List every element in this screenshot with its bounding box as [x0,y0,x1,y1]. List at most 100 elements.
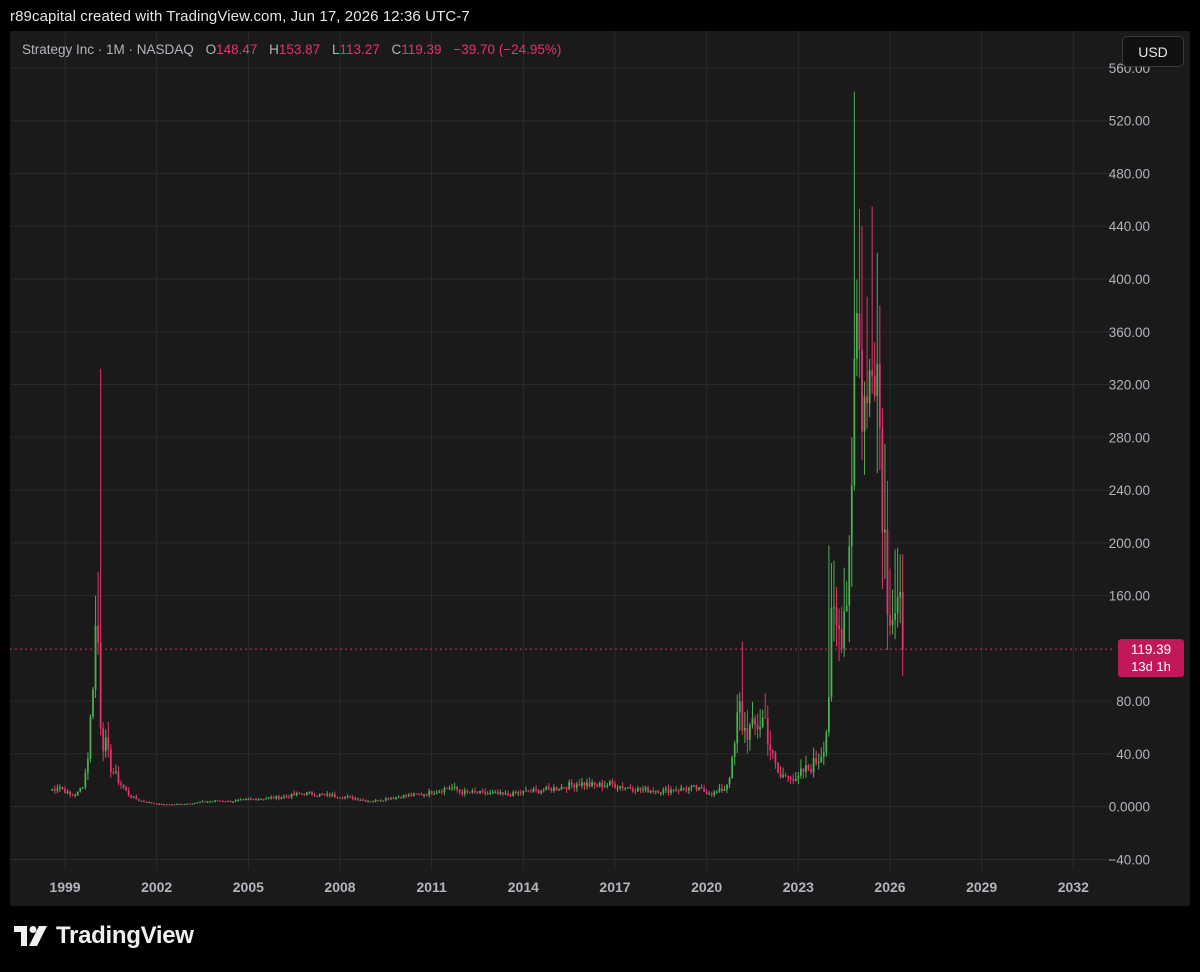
candle-body [642,789,644,791]
candle-body [440,791,443,793]
candle-body [830,608,833,697]
candle-body [647,787,649,793]
candle-body [710,793,713,795]
candle-body [313,795,316,797]
x-tick-label: 2029 [966,879,997,895]
candle-body [827,696,830,733]
candle-body [609,781,611,786]
candle-body [374,800,377,802]
candle-body [863,396,866,432]
candle-body [438,791,441,793]
candle-body [201,801,204,803]
close-value: 119.39 [401,42,442,57]
candle-body [631,789,634,792]
candle-body [112,772,115,774]
candle-body [392,798,395,800]
candle-body [321,793,324,795]
candle-body [237,800,240,802]
candle-body [306,792,308,796]
candle-body [581,782,583,786]
candle-body [288,796,290,798]
candle-body [143,800,145,802]
candle-body [838,625,840,629]
candle-body [675,790,678,792]
candle-body [104,737,107,752]
currency-button[interactable]: USD [1122,36,1184,67]
tradingview-logo[interactable]: TradingView [14,922,194,950]
candle-body [672,789,675,792]
candle-body [486,793,489,795]
candle-body [894,613,896,620]
candle-body [792,779,795,781]
candle-body [76,791,79,796]
candle-body [155,803,158,805]
candle-body [639,787,642,790]
candle-body [59,786,61,789]
candle-body [619,786,621,788]
candle-body [593,782,596,785]
candle-body [234,800,237,802]
x-tick-label: 2020 [691,879,722,895]
candle-body [109,749,112,773]
candle-body [825,732,828,753]
candle-body [295,793,298,796]
candle-body [680,787,683,791]
y-tick-label: 40.00 [1116,747,1150,762]
candle-body [889,614,891,626]
candle-body [693,785,695,787]
candle-body [616,787,619,789]
candle-body [853,358,856,486]
candle-body [224,801,227,803]
y-tick-label: 0.0000 [1109,800,1150,815]
candle-body [754,718,756,725]
candle-body [115,771,117,773]
candle-body [53,789,56,791]
candle-body [359,799,362,801]
candle-body [474,790,476,793]
price-chart[interactable]: 560.00520.00480.00440.00400.00360.00320.… [0,0,1200,972]
candle-body [300,793,303,795]
candle-body [858,313,861,350]
candle-body [87,758,89,773]
candle-body [774,752,777,764]
candle-body [685,789,688,791]
candle-body [275,796,278,799]
candle-body [878,363,881,428]
candle-body [733,743,736,758]
candle-body [626,787,629,789]
candle-body [280,797,283,799]
candle-body [102,728,105,752]
candle-body [881,427,884,533]
candle-body [407,794,410,796]
y-tick-label: −40.00 [1108,852,1150,867]
candle-body [777,763,779,773]
candle-body [507,793,509,796]
candle-body [369,801,372,803]
candle-body [456,786,459,791]
candle-body [476,792,479,794]
candle-body [277,796,280,799]
candle-body [802,768,805,772]
candle-body [435,792,438,794]
candle-body [784,774,787,776]
candle-body [723,789,726,791]
candle-body [331,794,334,797]
candle-body [51,789,54,791]
candle-body [127,790,130,796]
candle-body [769,744,772,751]
candle-body [848,546,851,606]
x-tick-label: 2011 [416,879,447,895]
candle-body [430,791,433,795]
candle-body [56,788,59,791]
candle-body [705,791,708,794]
candle-body [568,782,571,790]
candle-body [130,795,133,798]
candle-body [657,791,660,794]
candle-body [410,794,413,797]
candle-body [522,790,525,794]
symbol-label[interactable]: Strategy Inc · 1M · NASDAQ [22,42,194,57]
candle-body [377,800,380,802]
candle-body [150,802,153,804]
candle-body [601,782,604,788]
candle-body [698,787,700,790]
